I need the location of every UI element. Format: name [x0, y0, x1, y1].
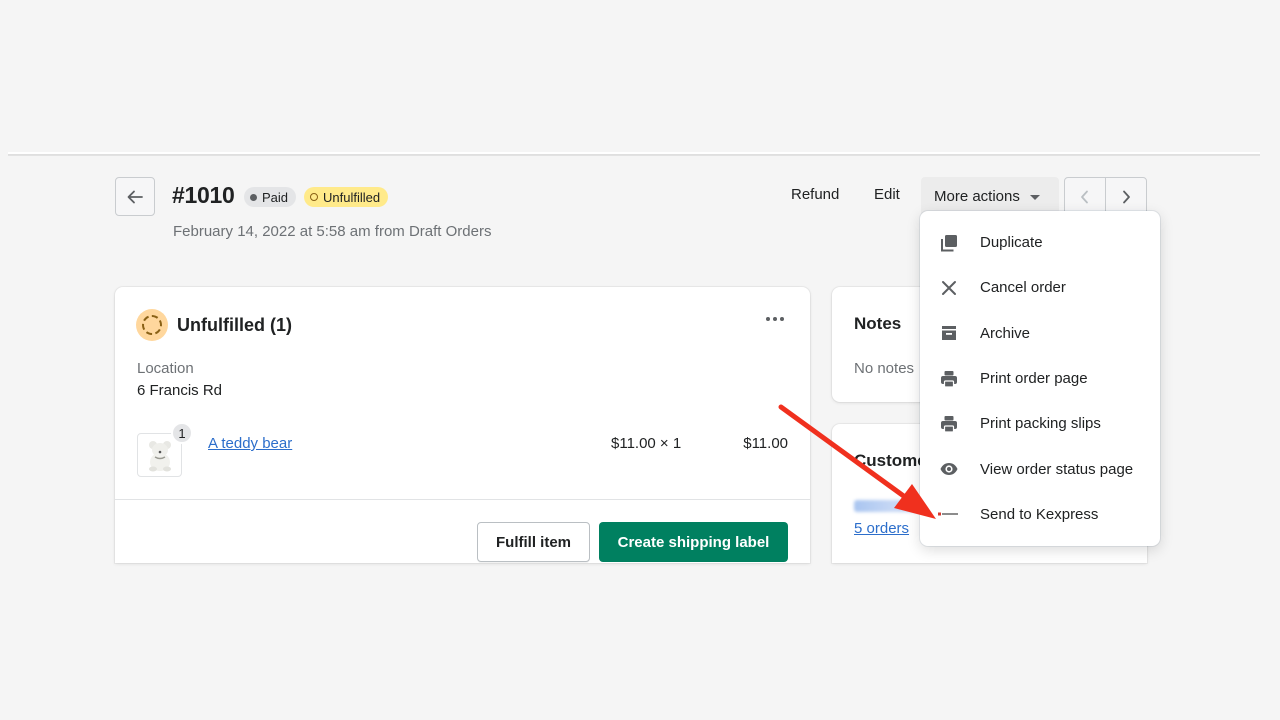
menu-item-cancel-order[interactable]: Cancel order — [920, 265, 1160, 310]
menu-item-duplicate[interactable]: Duplicate — [920, 220, 1160, 265]
order-subtitle: February 14, 2022 at 5:58 am from Draft … — [173, 223, 492, 240]
menu-item-label: View order status page — [980, 460, 1134, 478]
location-value: 6 Francis Rd — [137, 382, 223, 399]
item-total: $11.00 — [743, 435, 788, 452]
menu-item-view-order-status[interactable]: View order status page — [920, 446, 1160, 491]
product-link[interactable]: A teddy bear — [208, 435, 292, 452]
caret-down-icon — [1029, 195, 1040, 200]
payment-status-label: Paid — [262, 189, 289, 205]
card-more-menu-button[interactable] — [762, 313, 788, 325]
fulfill-item-button[interactable]: Fulfill item — [477, 522, 590, 562]
eye-icon — [938, 458, 960, 480]
top-divider — [8, 152, 1260, 156]
kexpress-logo-icon — [938, 503, 960, 525]
back-button[interactable] — [115, 177, 155, 216]
payment-status-badge: Paid — [244, 187, 297, 207]
printer-icon — [938, 413, 960, 435]
paid-dot-icon — [250, 193, 257, 201]
dot-icon — [780, 317, 784, 321]
chevron-left-icon — [1081, 190, 1088, 203]
duplicate-icon — [938, 232, 960, 254]
card-divider — [115, 499, 810, 500]
location-label: Location — [137, 360, 194, 377]
dot-icon — [766, 317, 770, 321]
customer-orders-link[interactable]: 5 orders — [854, 520, 909, 537]
menu-item-print-order-page[interactable]: Print order page — [920, 356, 1160, 401]
dot-icon — [773, 317, 777, 321]
refund-button[interactable]: Refund — [791, 186, 839, 203]
unfulfilled-card-title: Unfulfilled (1) — [177, 315, 292, 335]
notes-title: Notes — [854, 314, 902, 333]
item-price-quantity: $11.00 × 1 — [611, 435, 682, 452]
arrow-left-icon — [127, 190, 143, 203]
menu-item-label: Cancel order — [980, 279, 1066, 297]
close-icon — [938, 277, 960, 299]
fulfillment-status-label: Unfulfilled — [323, 189, 381, 205]
menu-item-label: Archive — [980, 324, 1031, 342]
edit-button[interactable]: Edit — [874, 186, 900, 203]
previous-order-button[interactable] — [1065, 178, 1105, 215]
menu-item-label: Print order page — [980, 370, 1088, 388]
more-actions-menu: Duplicate Cancel order Archive Print ord… — [920, 211, 1160, 546]
menu-item-print-packing-slips[interactable]: Print packing slips — [920, 401, 1160, 446]
next-order-button[interactable] — [1105, 178, 1146, 215]
chevron-right-icon — [1123, 190, 1130, 203]
unfulfilled-ring-icon — [310, 193, 318, 201]
menu-item-label: Duplicate — [980, 234, 1043, 252]
more-actions-label: More actions — [934, 188, 1020, 205]
archive-icon — [938, 322, 960, 344]
menu-item-label: Print packing slips — [980, 415, 1101, 433]
quantity-badge: 1 — [171, 422, 193, 444]
unfulfilled-card: Unfulfilled (1) Location 6 Francis Rd 1 … — [115, 287, 810, 563]
notes-empty-text: No notes — [854, 360, 915, 377]
order-number: #1010 — [172, 182, 235, 208]
menu-item-send-to-kexpress[interactable]: Send to Kexpress — [920, 492, 1160, 537]
unfulfilled-status-icon — [136, 309, 168, 341]
menu-item-archive[interactable]: Archive — [920, 311, 1160, 356]
teddy-bear-image — [148, 441, 171, 472]
printer-icon — [938, 368, 960, 390]
menu-item-label: Send to Kexpress — [980, 505, 1099, 523]
create-shipping-label-button[interactable]: Create shipping label — [599, 522, 788, 562]
fulfillment-status-badge: Unfulfilled — [304, 187, 389, 207]
customer-name-redacted[interactable] — [854, 500, 920, 512]
